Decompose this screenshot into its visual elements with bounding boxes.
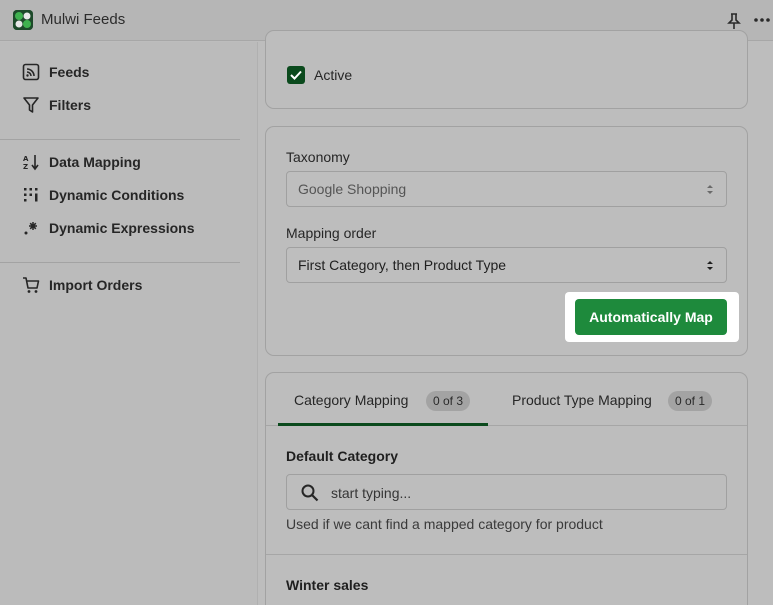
taxonomy-label: Taxonomy	[286, 149, 350, 165]
section-divider	[266, 554, 747, 555]
category-mapping-count-badge: 0 of 3	[426, 391, 471, 411]
taxonomy-value: Google Shopping	[298, 181, 407, 197]
taxonomy-select[interactable]: Google Shopping	[286, 171, 727, 207]
sidebar-item-import-orders[interactable]: Import Orders	[22, 273, 142, 297]
default-category-title: Default Category	[286, 448, 399, 464]
cart-icon	[22, 276, 40, 294]
select-arrows-icon	[706, 183, 714, 196]
tab-category-mapping[interactable]: Category Mapping	[294, 392, 408, 408]
pin-icon[interactable]	[726, 12, 742, 30]
sidebar-item-label: Filters	[49, 97, 92, 113]
checkmark-icon	[290, 70, 302, 80]
active-tab-indicator	[278, 423, 488, 426]
winter-sales-title: Winter sales	[286, 577, 369, 593]
grid-dots-icon	[22, 186, 40, 204]
app-title: Mulwi Feeds	[41, 11, 126, 28]
product-type-mapping-count-badge: 0 of 1	[668, 391, 713, 411]
mapping-order-select[interactable]: First Category, then Product Type	[286, 247, 727, 283]
automatically-map-button[interactable]: Automatically Map	[575, 299, 727, 335]
sidebar-separator	[0, 139, 240, 140]
sidebar-item-dynamic-conditions[interactable]: Dynamic Conditions	[22, 183, 184, 207]
filter-icon	[22, 96, 40, 114]
select-arrows-icon	[706, 259, 714, 272]
rss-icon	[22, 63, 40, 81]
sidebar-item-label: Data Mapping	[49, 154, 141, 170]
sidebar-item-filters[interactable]: Filters	[22, 93, 91, 117]
active-checkbox[interactable]	[287, 66, 305, 84]
sidebar-separator	[0, 262, 240, 263]
sidebar-item-feeds[interactable]: Feeds	[22, 60, 89, 84]
sidebar-divider	[257, 42, 258, 605]
default-category-hint: Used if we cant find a mapped category f…	[286, 516, 603, 532]
sparkle-icon	[22, 219, 40, 237]
default-category-search-input[interactable]: start typing...	[286, 474, 727, 510]
mapping-order-value: First Category, then Product Type	[298, 257, 507, 273]
svg-text:Z: Z	[23, 163, 28, 171]
app-logo-icon	[13, 10, 33, 30]
active-label: Active	[314, 67, 353, 83]
sidebar-item-label: Feeds	[49, 64, 90, 80]
tab-product-type-mapping[interactable]: Product Type Mapping	[512, 392, 652, 408]
svg-text:A: A	[23, 155, 29, 163]
sidebar-item-label: Dynamic Conditions	[49, 187, 185, 203]
search-placeholder: start typing...	[331, 485, 412, 501]
mapping-order-label: Mapping order	[286, 225, 377, 241]
sidebar-item-data-mapping[interactable]: A Z Data Mapping	[22, 150, 141, 174]
sidebar-item-label: Import Orders	[49, 277, 143, 293]
sidebar	[0, 42, 258, 605]
sidebar-item-label: Dynamic Expressions	[49, 220, 195, 236]
search-icon	[301, 484, 319, 502]
sidebar-item-dynamic-expressions[interactable]: Dynamic Expressions	[22, 216, 195, 240]
more-options-icon[interactable]	[753, 12, 771, 28]
sort-icon: A Z	[22, 153, 40, 171]
